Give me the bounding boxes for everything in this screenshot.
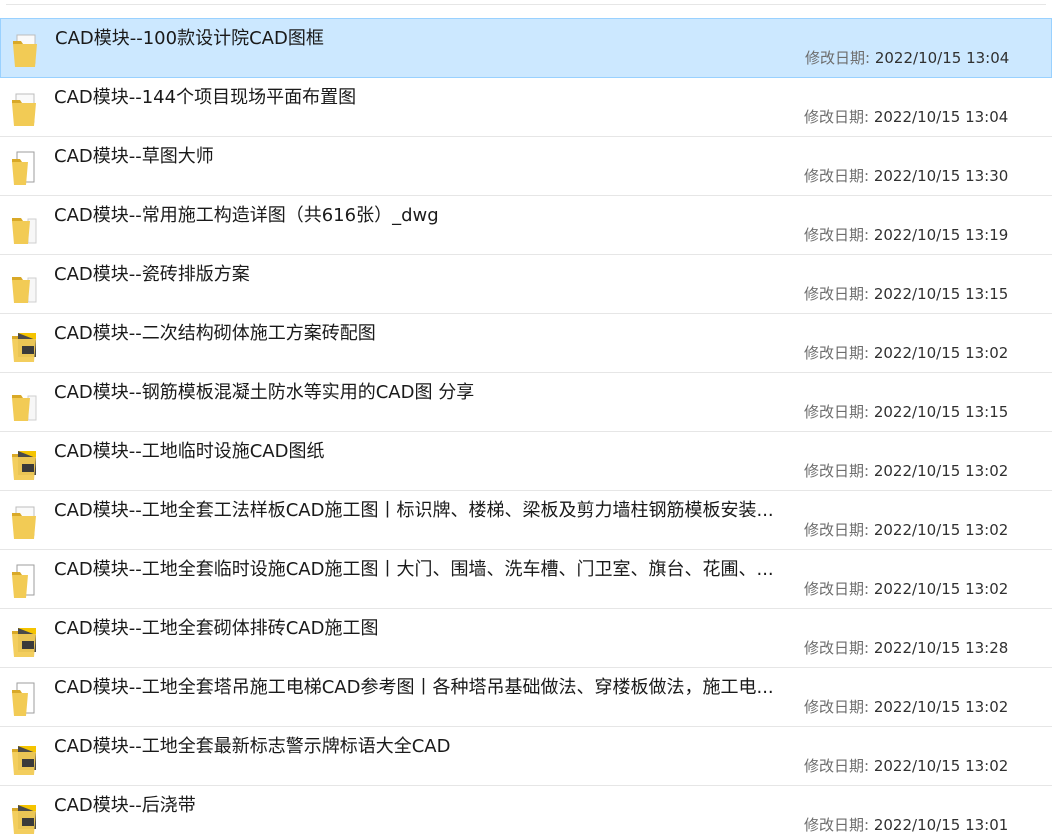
list-top-divider bbox=[6, 4, 1046, 5]
item-name: CAD模块--瓷砖排版方案 bbox=[54, 264, 250, 285]
modified-date-value: 2022/10/15 13:15 bbox=[873, 285, 1009, 303]
list-item[interactable]: CAD模块--100款设计院CAD图框 修改日期: 2022/10/15 13:… bbox=[0, 18, 1052, 78]
item-name: CAD模块--二次结构砌体施工方案砖配图 bbox=[54, 323, 376, 344]
modified-date: 修改日期: 2022/10/15 13:19 bbox=[804, 226, 1008, 244]
list-item[interactable]: CAD模块--工地临时设施CAD图纸 修改日期: 2022/10/15 13:0… bbox=[0, 432, 1052, 491]
modified-date: 修改日期: 2022/10/15 13:02 bbox=[804, 580, 1008, 598]
modified-date-label: 修改日期: bbox=[804, 462, 870, 480]
modified-date: 修改日期: 2022/10/15 13:04 bbox=[805, 49, 1009, 67]
folder-with-dwg-icon bbox=[12, 623, 38, 659]
modified-date-label: 修改日期: bbox=[804, 344, 870, 362]
modified-date: 修改日期: 2022/10/15 13:02 bbox=[804, 757, 1008, 775]
modified-date-label: 修改日期: bbox=[804, 285, 870, 303]
list-item[interactable]: CAD模块--草图大师 修改日期: 2022/10/15 13:30 bbox=[0, 137, 1052, 196]
item-name: CAD模块--后浇带 bbox=[54, 795, 196, 816]
item-name: CAD模块--工地全套塔吊施工电梯CAD参考图丨各种塔吊基础做法、穿楼板做法，施… bbox=[54, 677, 774, 698]
modified-date-value: 2022/10/15 13:02 bbox=[873, 757, 1009, 775]
modified-date-value: 2022/10/15 13:02 bbox=[873, 344, 1009, 362]
modified-date-value: 2022/10/15 13:04 bbox=[874, 49, 1010, 67]
modified-date-label: 修改日期: bbox=[804, 757, 870, 775]
modified-date-label: 修改日期: bbox=[805, 49, 871, 67]
modified-date-value: 2022/10/15 13:19 bbox=[873, 226, 1009, 244]
modified-date-label: 修改日期: bbox=[804, 108, 870, 126]
item-name: CAD模块--工地全套最新标志警示牌标语大全CAD bbox=[54, 736, 451, 757]
modified-date-value: 2022/10/15 13:28 bbox=[873, 639, 1009, 657]
folder-with-dwg-icon bbox=[12, 741, 38, 777]
modified-date: 修改日期: 2022/10/15 13:30 bbox=[804, 167, 1008, 185]
modified-date: 修改日期: 2022/10/15 13:15 bbox=[804, 285, 1008, 303]
modified-date: 修改日期: 2022/10/15 13:02 bbox=[804, 344, 1008, 362]
modified-date-label: 修改日期: bbox=[804, 698, 870, 716]
modified-date-label: 修改日期: bbox=[804, 816, 870, 834]
item-name: CAD模块--钢筋模板混凝土防水等实用的CAD图 分享 bbox=[54, 382, 475, 403]
folder-with-dwg-icon bbox=[12, 800, 38, 836]
modified-date-value: 2022/10/15 13:30 bbox=[873, 167, 1009, 185]
folder-with-dwg-icon bbox=[12, 328, 38, 364]
folder-with-document-icon bbox=[12, 564, 38, 600]
list-item[interactable]: CAD模块--后浇带 修改日期: 2022/10/15 13:01 bbox=[0, 786, 1052, 839]
modified-date-value: 2022/10/15 13:04 bbox=[873, 108, 1009, 126]
list-item[interactable]: CAD模块--常用施工构造详图（共616张）_dwg 修改日期: 2022/10… bbox=[0, 196, 1052, 255]
modified-date-label: 修改日期: bbox=[804, 403, 870, 421]
folder-icon bbox=[12, 387, 38, 423]
folder-with-zip-icon bbox=[12, 505, 38, 541]
modified-date-label: 修改日期: bbox=[804, 167, 870, 185]
list-item[interactable]: CAD模块--工地全套临时设施CAD施工图丨大门、围墙、洗车槽、门卫室、旗台、花… bbox=[0, 550, 1052, 609]
modified-date-value: 2022/10/15 13:02 bbox=[873, 698, 1009, 716]
modified-date: 修改日期: 2022/10/15 13:15 bbox=[804, 403, 1008, 421]
modified-date-value: 2022/10/15 13:02 bbox=[873, 580, 1009, 598]
modified-date-value: 2022/10/15 13:02 bbox=[873, 521, 1009, 539]
item-name: CAD模块--工地全套砌体排砖CAD施工图 bbox=[54, 618, 379, 639]
modified-date: 修改日期: 2022/10/15 13:04 bbox=[804, 108, 1008, 126]
modified-date: 修改日期: 2022/10/15 13:02 bbox=[804, 698, 1008, 716]
item-name: CAD模块--常用施工构造详图（共616张）_dwg bbox=[54, 205, 439, 226]
item-name: CAD模块--草图大师 bbox=[54, 146, 214, 167]
list-item[interactable]: CAD模块--工地全套最新标志警示牌标语大全CAD 修改日期: 2022/10/… bbox=[0, 727, 1052, 786]
list-item[interactable]: CAD模块--工地全套工法样板CAD施工图丨标识牌、楼梯、梁板及剪力墙柱钢筋模板… bbox=[0, 491, 1052, 550]
file-list: CAD模块--100款设计院CAD图框 修改日期: 2022/10/15 13:… bbox=[0, 0, 1052, 839]
modified-date-label: 修改日期: bbox=[804, 521, 870, 539]
modified-date: 修改日期: 2022/10/15 13:01 bbox=[804, 816, 1008, 834]
list-item[interactable]: CAD模块--二次结构砌体施工方案砖配图 修改日期: 2022/10/15 13… bbox=[0, 314, 1052, 373]
folder-with-dwg-icon bbox=[12, 446, 38, 482]
modified-date: 修改日期: 2022/10/15 13:28 bbox=[804, 639, 1008, 657]
folder-with-document-icon bbox=[12, 682, 38, 718]
list-item[interactable]: CAD模块--144个项目现场平面布置图 修改日期: 2022/10/15 13… bbox=[0, 78, 1052, 137]
item-name: CAD模块--100款设计院CAD图框 bbox=[55, 28, 324, 49]
list-item[interactable]: CAD模块--工地全套塔吊施工电梯CAD参考图丨各种塔吊基础做法、穿楼板做法，施… bbox=[0, 668, 1052, 727]
modified-date-value: 2022/10/15 13:15 bbox=[873, 403, 1009, 421]
modified-date-value: 2022/10/15 13:01 bbox=[873, 816, 1009, 834]
folder-icon bbox=[12, 269, 38, 305]
modified-date: 修改日期: 2022/10/15 13:02 bbox=[804, 462, 1008, 480]
item-name: CAD模块--工地临时设施CAD图纸 bbox=[54, 441, 325, 462]
modified-date-label: 修改日期: bbox=[804, 639, 870, 657]
folder-with-zip-icon bbox=[13, 33, 39, 69]
modified-date-label: 修改日期: bbox=[804, 226, 870, 244]
list-item[interactable]: CAD模块--瓷砖排版方案 修改日期: 2022/10/15 13:15 bbox=[0, 255, 1052, 314]
list-item[interactable]: CAD模块--钢筋模板混凝土防水等实用的CAD图 分享 修改日期: 2022/1… bbox=[0, 373, 1052, 432]
folder-icon bbox=[12, 210, 38, 246]
folder-with-document-icon bbox=[12, 151, 38, 187]
modified-date-label: 修改日期: bbox=[804, 580, 870, 598]
item-name: CAD模块--144个项目现场平面布置图 bbox=[54, 87, 357, 108]
list-item[interactable]: CAD模块--工地全套砌体排砖CAD施工图 修改日期: 2022/10/15 1… bbox=[0, 609, 1052, 668]
folder-with-zip-icon bbox=[12, 92, 38, 128]
item-name: CAD模块--工地全套工法样板CAD施工图丨标识牌、楼梯、梁板及剪力墙柱钢筋模板… bbox=[54, 500, 774, 521]
item-name: CAD模块--工地全套临时设施CAD施工图丨大门、围墙、洗车槽、门卫室、旗台、花… bbox=[54, 559, 774, 580]
modified-date-value: 2022/10/15 13:02 bbox=[873, 462, 1009, 480]
modified-date: 修改日期: 2022/10/15 13:02 bbox=[804, 521, 1008, 539]
